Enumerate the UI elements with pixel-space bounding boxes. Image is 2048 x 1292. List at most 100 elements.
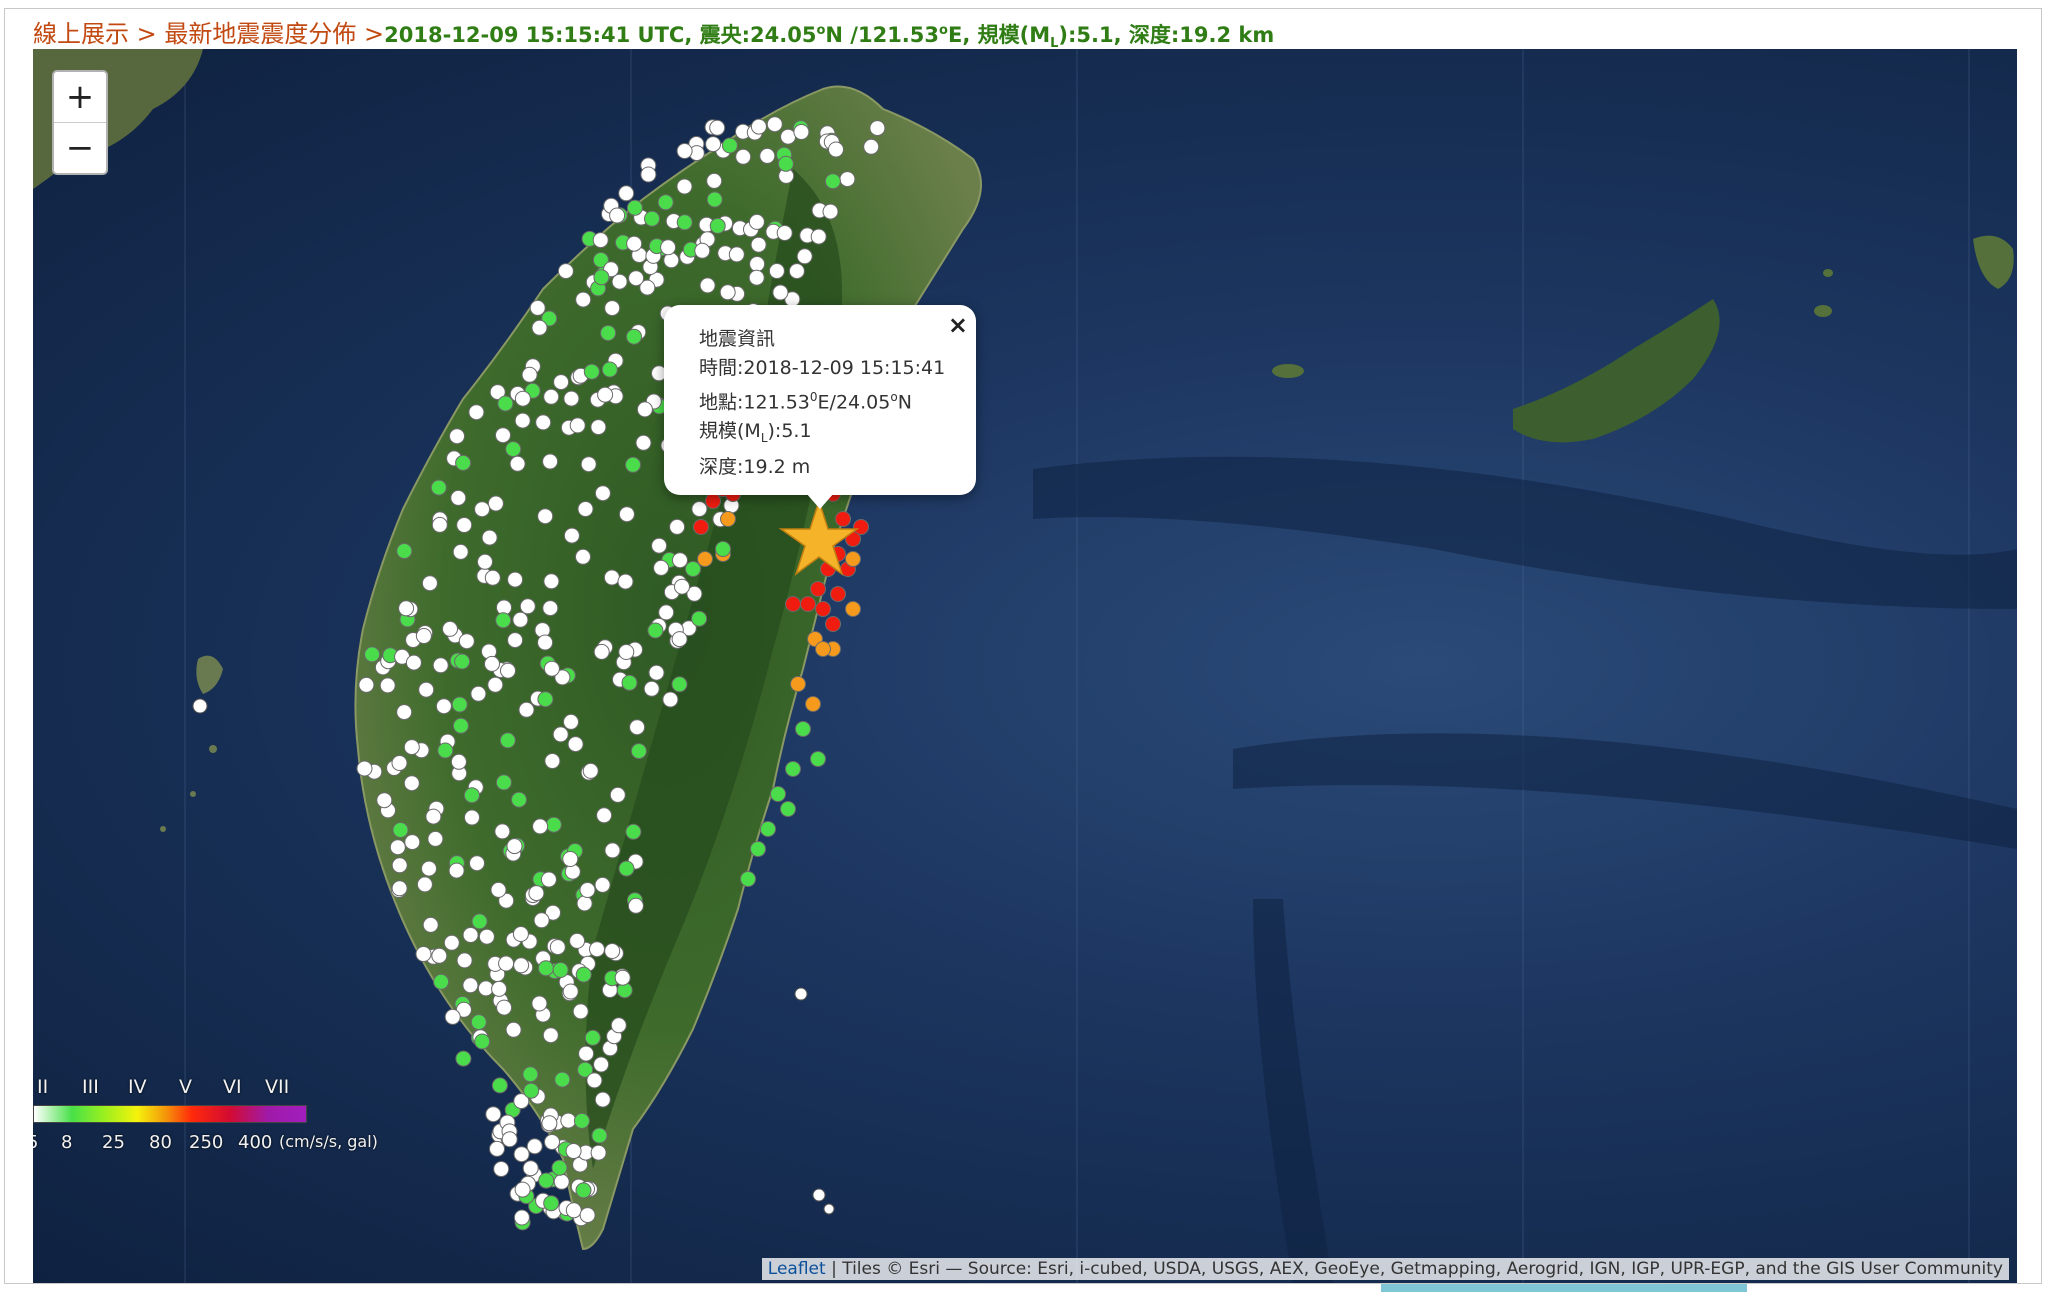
station-marker-white[interactable] <box>469 855 485 872</box>
station-marker-green[interactable] <box>538 1172 555 1189</box>
station-marker-white[interactable] <box>643 680 660 697</box>
station-marker-white[interactable] <box>521 366 538 383</box>
station-marker-white[interactable] <box>540 871 557 888</box>
station-marker-white[interactable] <box>432 657 449 674</box>
station-marker-white[interactable] <box>487 676 504 693</box>
station-marker-green[interactable] <box>491 1077 508 1094</box>
station-marker-white[interactable] <box>358 676 375 693</box>
station-marker-white[interactable] <box>507 632 524 649</box>
station-marker-green[interactable] <box>630 743 647 760</box>
station-marker-white[interactable] <box>635 434 652 451</box>
map-view[interactable]: + − × 地震資訊 時間:2018-12-09 15:15:41 地點:121… <box>33 49 2017 1283</box>
station-marker-white[interactable] <box>629 719 646 736</box>
station-marker-green[interactable] <box>573 1112 590 1129</box>
station-marker-white[interactable] <box>671 631 688 648</box>
station-marker-green[interactable] <box>575 966 592 983</box>
station-marker-orange[interactable] <box>790 676 806 692</box>
station-marker-orange[interactable] <box>697 551 713 567</box>
station-marker-green[interactable] <box>455 454 472 471</box>
station-marker-white[interactable] <box>485 1106 502 1123</box>
zoom-out-button[interactable]: − <box>54 123 106 173</box>
station-marker-white[interactable] <box>617 573 634 590</box>
station-marker-white[interactable] <box>506 838 523 855</box>
station-marker-green[interactable] <box>715 541 731 557</box>
station-marker-green[interactable] <box>785 761 801 777</box>
station-marker-white[interactable] <box>776 225 793 241</box>
station-marker-white[interactable] <box>553 374 570 391</box>
station-marker-green[interactable] <box>545 816 562 833</box>
popup-close-button[interactable]: × <box>948 311 968 339</box>
station-marker-white[interactable] <box>541 1115 558 1132</box>
station-marker-red[interactable] <box>815 601 831 617</box>
station-marker-white[interactable] <box>531 319 548 336</box>
station-marker-white[interactable] <box>772 284 789 301</box>
station-marker-white[interactable] <box>593 1056 610 1073</box>
station-marker-white[interactable] <box>398 600 415 617</box>
station-marker-white[interactable] <box>531 995 548 1012</box>
station-marker-white[interactable] <box>396 704 413 721</box>
station-marker-white[interactable] <box>514 1181 531 1198</box>
station-marker-orange[interactable] <box>845 601 861 617</box>
station-marker-white[interactable] <box>456 517 473 533</box>
station-marker-white[interactable] <box>658 604 675 621</box>
station-marker-white[interactable] <box>604 300 621 317</box>
station-marker-white[interactable] <box>543 388 560 405</box>
station-marker-green[interactable] <box>451 696 468 713</box>
station-marker-white[interactable] <box>565 1202 582 1219</box>
station-marker-white[interactable] <box>594 485 611 502</box>
station-marker-green[interactable] <box>523 1082 540 1099</box>
station-marker-green[interactable] <box>463 787 480 804</box>
station-marker-green[interactable] <box>499 732 516 749</box>
station-marker-white[interactable] <box>452 543 469 560</box>
station-marker-white[interactable] <box>796 248 813 265</box>
station-marker-white[interactable] <box>604 943 621 959</box>
station-marker-white[interactable] <box>618 506 635 523</box>
station-marker-white[interactable] <box>544 1134 560 1150</box>
station-marker-white[interactable] <box>431 516 448 533</box>
station-marker-green[interactable] <box>740 871 756 887</box>
station-marker-white[interactable] <box>705 136 722 153</box>
station-marker-white[interactable] <box>444 1008 461 1025</box>
station-marker-white[interactable] <box>569 417 586 434</box>
station-marker-white[interactable] <box>356 760 373 777</box>
station-marker-white[interactable] <box>478 928 495 945</box>
station-marker-green[interactable] <box>671 676 688 693</box>
station-marker-white[interactable] <box>706 172 723 189</box>
station-marker-white[interactable] <box>427 830 444 847</box>
station-marker-white[interactable] <box>563 713 579 730</box>
station-marker-white[interactable] <box>450 753 467 770</box>
station-marker-green[interactable] <box>760 821 776 837</box>
station-marker-white[interactable] <box>614 969 631 986</box>
station-marker-white[interactable] <box>487 495 504 512</box>
station-marker-white[interactable] <box>593 643 610 660</box>
station-marker-green[interactable] <box>584 1029 601 1046</box>
station-marker-white[interactable] <box>694 242 711 259</box>
station-marker-white[interactable] <box>464 809 480 826</box>
station-marker-white[interactable] <box>669 518 686 535</box>
station-marker-green[interactable] <box>770 786 786 802</box>
station-marker-red[interactable] <box>825 616 841 632</box>
station-marker-white[interactable] <box>543 660 560 677</box>
station-marker-white[interactable] <box>514 412 531 429</box>
station-marker-white[interactable] <box>592 232 609 249</box>
station-marker-white[interactable] <box>532 818 549 835</box>
breadcrumb-latest-intensity[interactable]: 最新地震震度分佈 <box>164 20 356 48</box>
station-marker-white[interactable] <box>750 236 767 253</box>
station-marker-white[interactable] <box>505 1021 522 1038</box>
station-orchid-island-2[interactable] <box>823 1203 835 1215</box>
station-marker-green[interactable] <box>750 841 766 857</box>
station-marker-white[interactable] <box>728 246 745 263</box>
station-marker-green[interactable] <box>647 622 664 639</box>
station-marker-white[interactable] <box>494 823 511 840</box>
station-marker-green[interactable] <box>625 456 641 473</box>
station-marker-green[interactable] <box>537 691 554 708</box>
station-marker-white[interactable] <box>512 926 529 942</box>
station-marker-white[interactable] <box>391 857 408 874</box>
station-marker-white[interactable] <box>484 655 500 672</box>
station-marker-white[interactable] <box>484 569 501 586</box>
station-marker-white[interactable] <box>579 1207 596 1224</box>
station-marker-green[interactable] <box>511 791 527 808</box>
station-marker-white[interactable] <box>491 980 508 997</box>
station-marker-white[interactable] <box>672 552 688 569</box>
station-marker-white[interactable] <box>421 575 438 592</box>
